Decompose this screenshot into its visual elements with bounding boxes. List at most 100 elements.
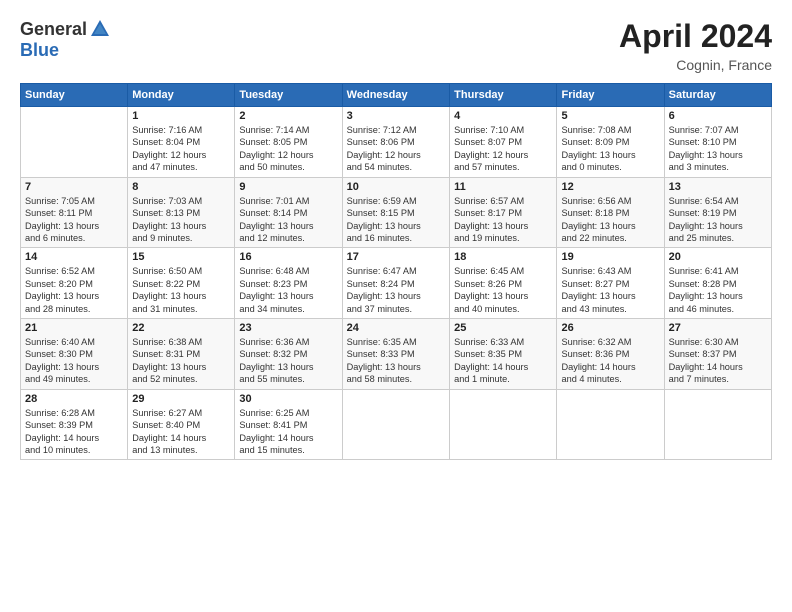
day-number: 20 (669, 251, 767, 263)
calendar-cell: 21Sunrise: 6:40 AM Sunset: 8:30 PM Dayli… (21, 319, 128, 390)
calendar-header-tuesday: Tuesday (235, 84, 342, 107)
calendar-header-wednesday: Wednesday (342, 84, 449, 107)
calendar-cell: 6 Sunrise: 7:07 AM Sunset: 8:10 PM Daylig… (664, 107, 771, 178)
calendar-header-monday: Monday (128, 84, 235, 107)
calendar-cell: 4 Sunrise: 7:10 AM Sunset: 8:07 PM Daylig… (450, 107, 557, 178)
calendar-cell: 24 Sunrise: 6:35 AM Sunset: 8:33 PM Dayli… (342, 319, 449, 390)
calendar-cell: 26 Sunrise: 6:32 AM Sunset: 8:36 PM Dayli… (557, 319, 664, 390)
calendar-cell: 22 Sunrise: 6:38 AM Sunset: 8:31 PM Dayli… (128, 319, 235, 390)
day-number: 27 (669, 322, 767, 334)
month-year: April 2024 (619, 18, 772, 55)
day-number: 16 (239, 251, 337, 263)
day-info: Sunrise: 7:05 AM Sunset: 8:11 PM Dayligh… (25, 195, 123, 245)
day-info: Sunrise: 7:16 AM Sunset: 8:04 PM Dayligh… (132, 124, 230, 174)
calendar-cell (557, 389, 664, 460)
logo-icon (89, 18, 111, 40)
title-area: April 2024 Cognin, France (619, 18, 772, 73)
calendar-cell: 10Sunrise: 6:59 AM Sunset: 8:15 PM Dayli… (342, 177, 449, 248)
calendar-cell (21, 107, 128, 178)
day-number: 9 (239, 181, 337, 193)
calendar: SundayMondayTuesdayWednesdayThursdayFrid… (20, 83, 772, 460)
calendar-week-row: 7 Sunrise: 7:05 AM Sunset: 8:11 PM Daylig… (21, 177, 772, 248)
calendar-cell (450, 389, 557, 460)
day-number: 6 (669, 110, 767, 122)
location: Cognin, France (619, 57, 772, 73)
day-info: Sunrise: 7:03 AM Sunset: 8:13 PM Dayligh… (132, 195, 230, 245)
day-info: Sunrise: 7:01 AM Sunset: 8:14 PM Dayligh… (239, 195, 337, 245)
day-info: Sunrise: 6:30 AM Sunset: 8:37 PM Dayligh… (669, 336, 767, 386)
logo: General Blue (20, 18, 111, 61)
day-info: Sunrise: 7:14 AM Sunset: 8:05 PM Dayligh… (239, 124, 337, 174)
day-info: Sunrise: 7:10 AM Sunset: 8:07 PM Dayligh… (454, 124, 552, 174)
calendar-cell: 28 Sunrise: 6:28 AM Sunset: 8:39 PM Dayli… (21, 389, 128, 460)
day-number: 12 (561, 181, 659, 193)
day-info: Sunrise: 6:57 AM Sunset: 8:17 PM Dayligh… (454, 195, 552, 245)
day-number: 7 (25, 181, 123, 193)
day-number: 18 (454, 251, 552, 263)
calendar-cell: 13Sunrise: 6:54 AM Sunset: 8:19 PM Dayli… (664, 177, 771, 248)
day-number: 26 (561, 322, 659, 334)
calendar-cell: 11Sunrise: 6:57 AM Sunset: 8:17 PM Dayli… (450, 177, 557, 248)
day-info: Sunrise: 6:32 AM Sunset: 8:36 PM Dayligh… (561, 336, 659, 386)
header: General Blue April 2024 Cognin, France (20, 18, 772, 73)
calendar-cell: 17 Sunrise: 6:47 AM Sunset: 8:24 PM Dayli… (342, 248, 449, 319)
calendar-cell: 7 Sunrise: 7:05 AM Sunset: 8:11 PM Daylig… (21, 177, 128, 248)
calendar-header-sunday: Sunday (21, 84, 128, 107)
calendar-week-row: 1 Sunrise: 7:16 AM Sunset: 8:04 PM Daylig… (21, 107, 772, 178)
day-info: Sunrise: 6:28 AM Sunset: 8:39 PM Dayligh… (25, 407, 123, 457)
day-info: Sunrise: 6:47 AM Sunset: 8:24 PM Dayligh… (347, 265, 445, 315)
calendar-cell: 9 Sunrise: 7:01 AM Sunset: 8:14 PM Daylig… (235, 177, 342, 248)
day-info: Sunrise: 6:52 AM Sunset: 8:20 PM Dayligh… (25, 265, 123, 315)
calendar-cell: 1 Sunrise: 7:16 AM Sunset: 8:04 PM Daylig… (128, 107, 235, 178)
day-number: 24 (347, 322, 445, 334)
calendar-cell: 23 Sunrise: 6:36 AM Sunset: 8:32 PM Dayli… (235, 319, 342, 390)
calendar-cell: 18Sunrise: 6:45 AM Sunset: 8:26 PM Dayli… (450, 248, 557, 319)
day-number: 1 (132, 110, 230, 122)
calendar-cell: 30 Sunrise: 6:25 AM Sunset: 8:41 PM Dayli… (235, 389, 342, 460)
day-number: 17 (347, 251, 445, 263)
day-info: Sunrise: 6:35 AM Sunset: 8:33 PM Dayligh… (347, 336, 445, 386)
calendar-cell (664, 389, 771, 460)
day-number: 30 (239, 393, 337, 405)
day-number: 19 (561, 251, 659, 263)
calendar-header-row: SundayMondayTuesdayWednesdayThursdayFrid… (21, 84, 772, 107)
calendar-cell: 12 Sunrise: 6:56 AM Sunset: 8:18 PM Dayli… (557, 177, 664, 248)
day-info: Sunrise: 6:33 AM Sunset: 8:35 PM Dayligh… (454, 336, 552, 386)
logo-blue-text: Blue (20, 40, 59, 61)
day-info: Sunrise: 6:48 AM Sunset: 8:23 PM Dayligh… (239, 265, 337, 315)
day-info: Sunrise: 6:59 AM Sunset: 8:15 PM Dayligh… (347, 195, 445, 245)
day-info: Sunrise: 7:08 AM Sunset: 8:09 PM Dayligh… (561, 124, 659, 174)
calendar-cell: 29Sunrise: 6:27 AM Sunset: 8:40 PM Dayli… (128, 389, 235, 460)
calendar-cell: 20Sunrise: 6:41 AM Sunset: 8:28 PM Dayli… (664, 248, 771, 319)
day-number: 28 (25, 393, 123, 405)
day-number: 25 (454, 322, 552, 334)
calendar-cell: 27 Sunrise: 6:30 AM Sunset: 8:37 PM Dayli… (664, 319, 771, 390)
calendar-week-row: 21Sunrise: 6:40 AM Sunset: 8:30 PM Dayli… (21, 319, 772, 390)
day-info: Sunrise: 6:43 AM Sunset: 8:27 PM Dayligh… (561, 265, 659, 315)
day-info: Sunrise: 7:12 AM Sunset: 8:06 PM Dayligh… (347, 124, 445, 174)
day-number: 13 (669, 181, 767, 193)
day-number: 4 (454, 110, 552, 122)
day-number: 23 (239, 322, 337, 334)
day-number: 29 (132, 393, 230, 405)
day-number: 14 (25, 251, 123, 263)
calendar-cell: 25 Sunrise: 6:33 AM Sunset: 8:35 PM Dayli… (450, 319, 557, 390)
calendar-cell: 14 Sunrise: 6:52 AM Sunset: 8:20 PM Dayli… (21, 248, 128, 319)
day-number: 5 (561, 110, 659, 122)
day-number: 3 (347, 110, 445, 122)
day-number: 22 (132, 322, 230, 334)
calendar-cell: 15Sunrise: 6:50 AM Sunset: 8:22 PM Dayli… (128, 248, 235, 319)
calendar-cell: 5 Sunrise: 7:08 AM Sunset: 8:09 PM Daylig… (557, 107, 664, 178)
calendar-cell: 2 Sunrise: 7:14 AM Sunset: 8:05 PM Daylig… (235, 107, 342, 178)
day-number: 2 (239, 110, 337, 122)
day-info: Sunrise: 6:25 AM Sunset: 8:41 PM Dayligh… (239, 407, 337, 457)
calendar-header-friday: Friday (557, 84, 664, 107)
calendar-cell: 16 Sunrise: 6:48 AM Sunset: 8:23 PM Dayli… (235, 248, 342, 319)
page: General Blue April 2024 Cognin, France S… (0, 0, 792, 612)
calendar-cell: 3 Sunrise: 7:12 AM Sunset: 8:06 PM Daylig… (342, 107, 449, 178)
day-info: Sunrise: 6:38 AM Sunset: 8:31 PM Dayligh… (132, 336, 230, 386)
day-info: Sunrise: 6:36 AM Sunset: 8:32 PM Dayligh… (239, 336, 337, 386)
day-info: Sunrise: 6:56 AM Sunset: 8:18 PM Dayligh… (561, 195, 659, 245)
calendar-week-row: 14 Sunrise: 6:52 AM Sunset: 8:20 PM Dayli… (21, 248, 772, 319)
day-info: Sunrise: 7:07 AM Sunset: 8:10 PM Dayligh… (669, 124, 767, 174)
